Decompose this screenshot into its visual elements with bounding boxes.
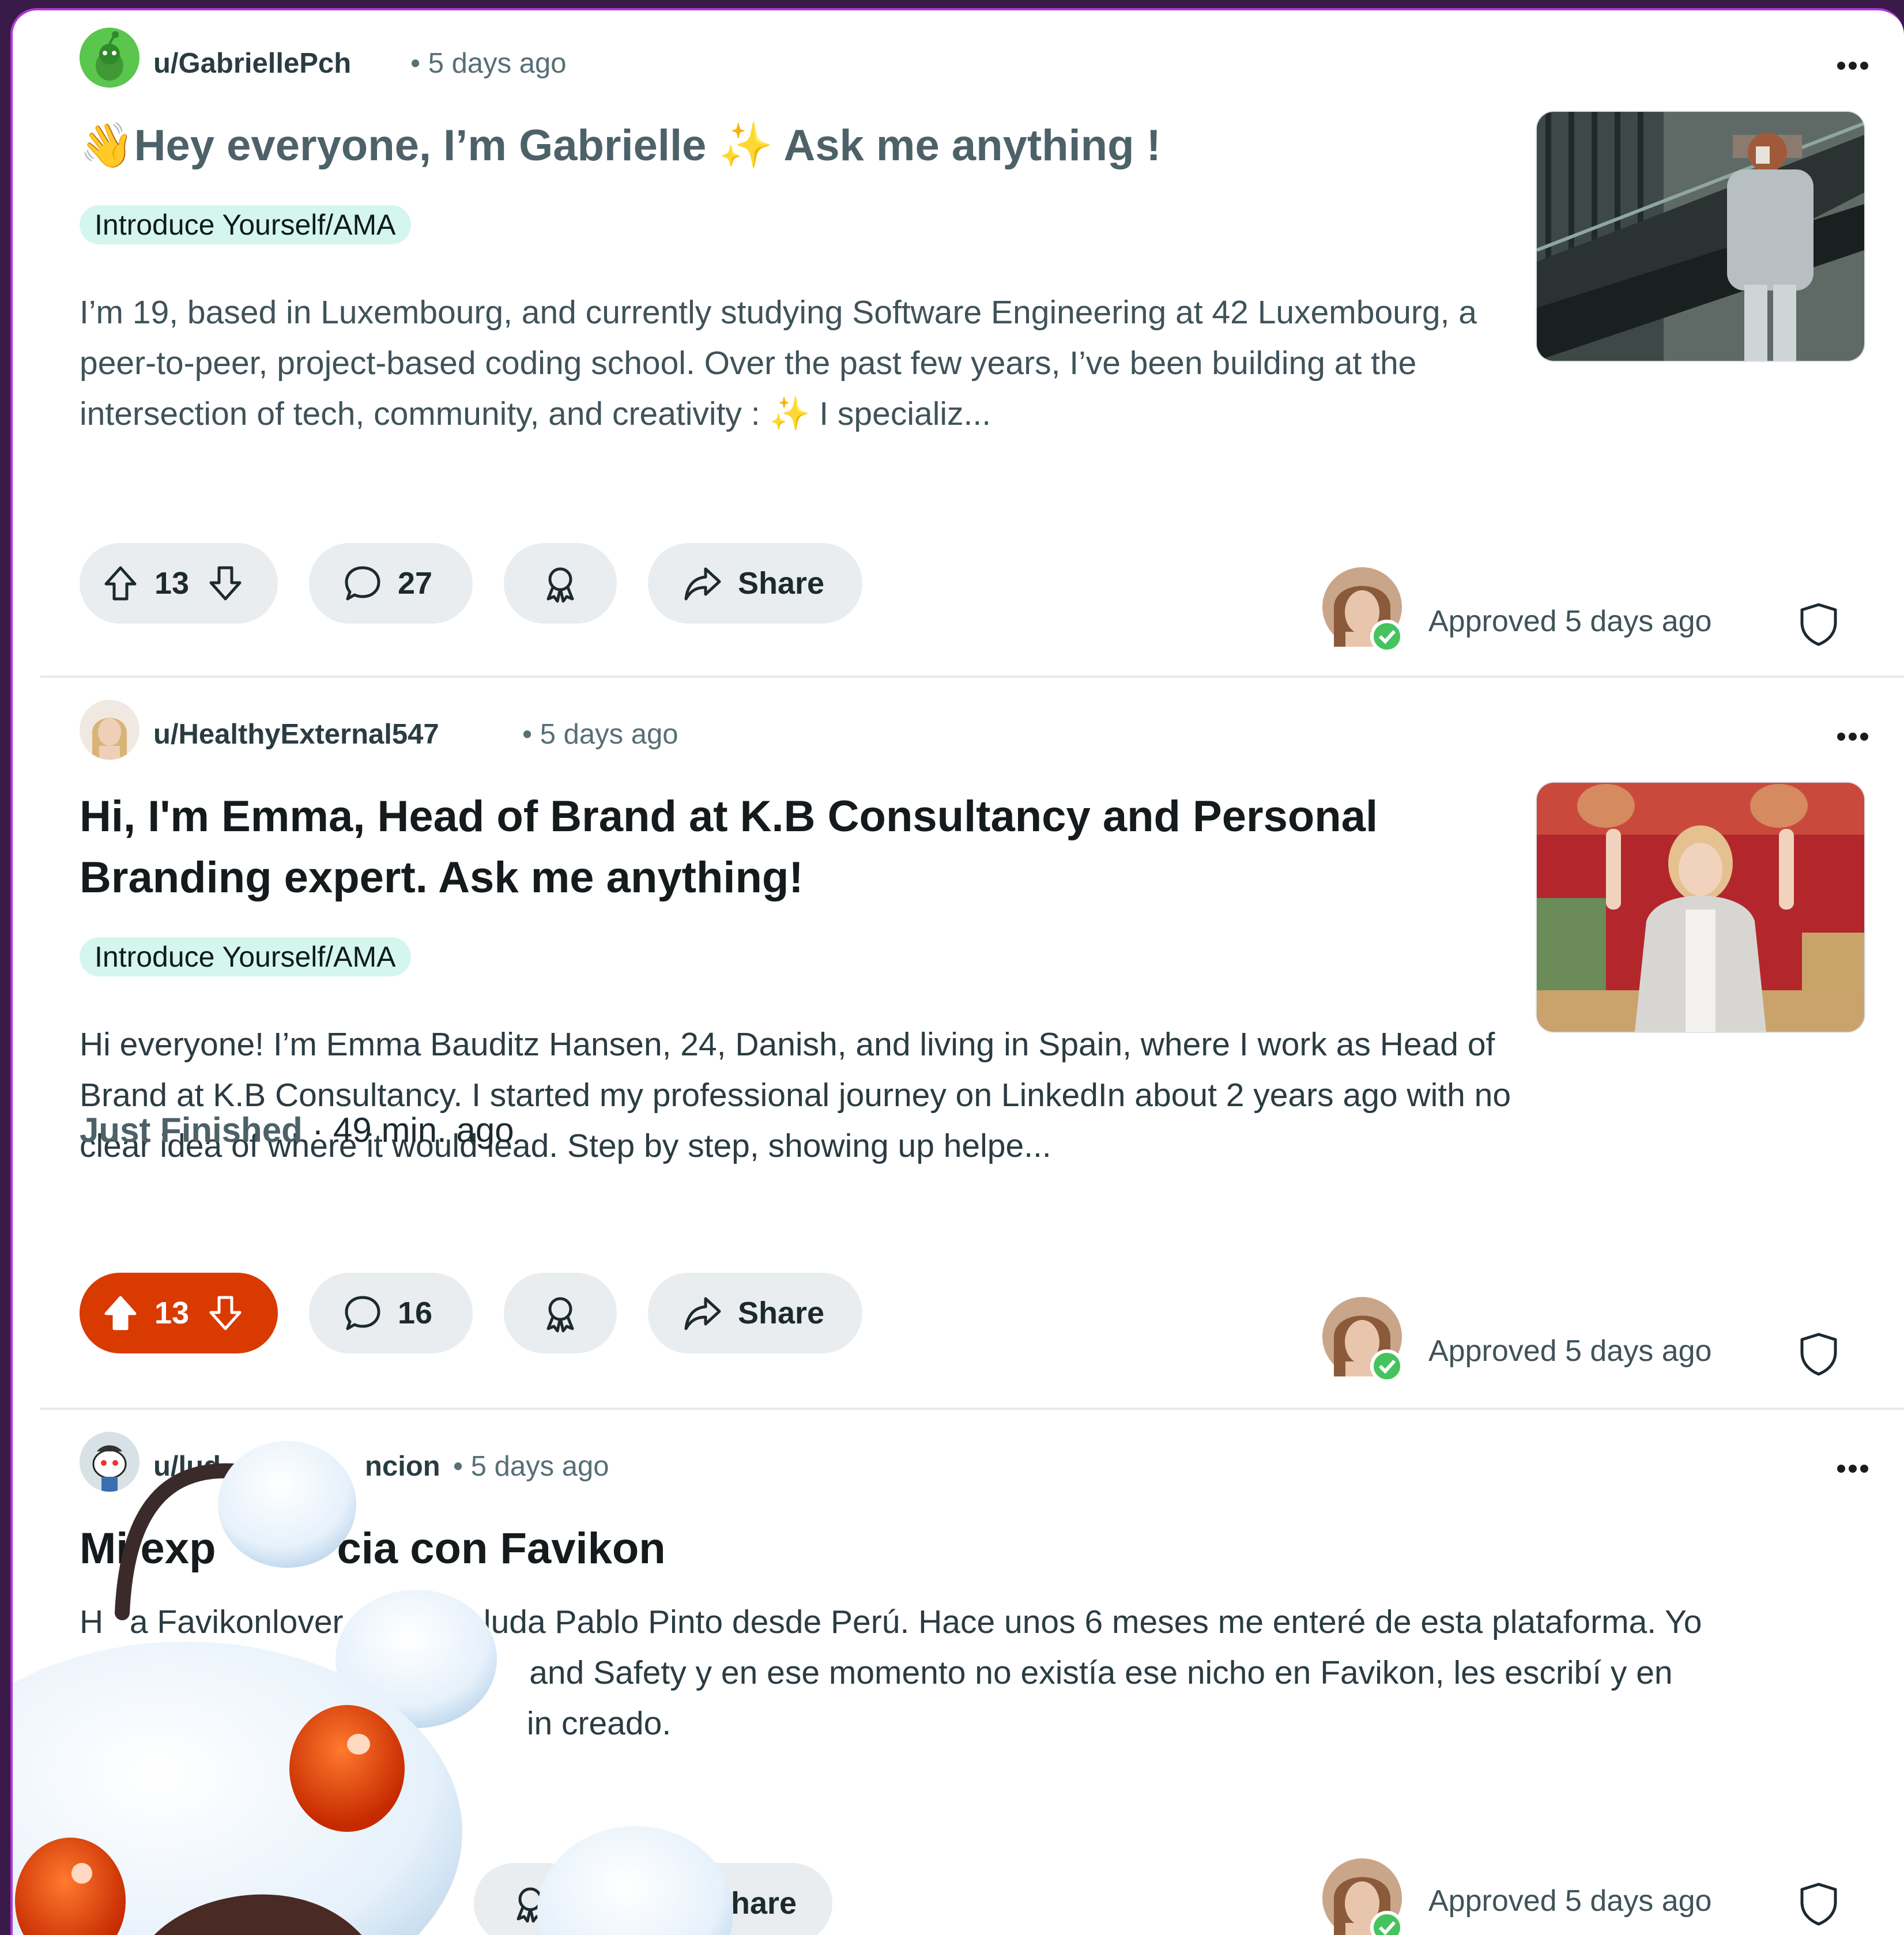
comment-count: 16 bbox=[398, 1296, 433, 1330]
share-button[interactable]: Share bbox=[648, 1273, 862, 1353]
vote-control[interactable]: 13 bbox=[80, 1273, 278, 1353]
post-author-end: ncion bbox=[365, 1451, 440, 1482]
post-flair[interactable]: Introduce Yourself/AMA bbox=[80, 205, 411, 244]
award-icon bbox=[546, 567, 574, 603]
comment-icon bbox=[345, 1296, 380, 1330]
vote-count: 13 bbox=[154, 1296, 190, 1330]
shield-icon[interactable] bbox=[1799, 602, 1839, 647]
status-time: · 49 min. ago bbox=[312, 1111, 514, 1149]
feed-container: u/GabriellePch • 5 days ago 👋Hey everyon… bbox=[10, 8, 1904, 1935]
award-button[interactable] bbox=[474, 1863, 587, 1935]
post-body-line2-b: and Safety y en ese momento no existía e… bbox=[529, 1654, 1673, 1691]
post-card[interactable]: u/HealthyExternal547 • 5 days ago Hi, I'… bbox=[13, 679, 1904, 1411]
share-icon bbox=[684, 567, 721, 601]
moderator-avatar bbox=[1322, 567, 1404, 653]
post-card[interactable]: u/lud ncion • 5 days ago Mi exp cia con Fa… bbox=[13, 1411, 1904, 1935]
more-options-icon[interactable] bbox=[1835, 60, 1870, 71]
post-author[interactable]: u/HealthyExternal547 bbox=[153, 718, 439, 750]
upvote-icon[interactable] bbox=[100, 563, 141, 603]
post-card[interactable]: u/GabriellePch • 5 days ago 👋Hey everyon… bbox=[13, 10, 1904, 679]
post-body-line1-a: H bbox=[80, 1604, 104, 1640]
award-icon bbox=[546, 1297, 574, 1333]
post-body-line1-b: a Favikonlover bbox=[129, 1604, 344, 1640]
post-title[interactable]: Hi, I'm Emma, Head of Brand at K.B Consu… bbox=[80, 786, 1503, 908]
moderator-avatar bbox=[1322, 1297, 1404, 1383]
woman-portrait-photo-image bbox=[1537, 783, 1864, 1032]
downvote-icon[interactable] bbox=[205, 1293, 246, 1333]
approved-status: Approved 5 days ago bbox=[1428, 1334, 1712, 1368]
award-button[interactable] bbox=[504, 543, 617, 624]
share-label: Share bbox=[738, 1296, 825, 1330]
avatar[interactable] bbox=[80, 28, 139, 88]
downvote-icon[interactable] bbox=[205, 563, 246, 603]
snoo-avatar-icon bbox=[80, 1432, 139, 1492]
post-title-start: Mi exp bbox=[80, 1524, 216, 1573]
shield-icon[interactable] bbox=[1799, 1332, 1839, 1376]
post-title[interactable]: 👋Hey everyone, I’m Gabrielle ✨ Ask me an… bbox=[80, 115, 1498, 176]
post-body-line1-c: aluda Pablo Pinto desde Perú. Hace unos … bbox=[465, 1604, 1702, 1640]
share-button[interactable]: Share bbox=[618, 1863, 832, 1935]
post-thumbnail[interactable] bbox=[1537, 783, 1864, 1032]
post-time: • 5 days ago bbox=[410, 48, 567, 79]
comment-count: 27 bbox=[398, 566, 433, 601]
vote-control[interactable]: 13 bbox=[80, 543, 278, 624]
post-body: I’m 19, based in Luxembourg, and current… bbox=[80, 294, 1477, 432]
post-thumbnail[interactable] bbox=[1537, 112, 1864, 361]
post-author[interactable]: u/lud ncion bbox=[153, 1450, 440, 1483]
comments-button[interactable]: 16 bbox=[309, 1273, 473, 1353]
post-time: • 5 days ago bbox=[453, 1451, 609, 1482]
approved-status: Approved 5 days ago bbox=[1428, 605, 1712, 638]
share-icon bbox=[684, 1297, 721, 1330]
share-label: Share bbox=[710, 1886, 797, 1921]
comment-icon bbox=[345, 566, 380, 601]
status-label: Just Finished bbox=[80, 1111, 303, 1149]
post-divider bbox=[40, 676, 1904, 678]
more-options-icon[interactable] bbox=[1835, 731, 1870, 742]
live-status: Just Finished · 49 min. ago bbox=[80, 1110, 514, 1150]
award-button[interactable] bbox=[504, 1273, 617, 1353]
post-flair[interactable]: Introduce Yourself/AMA bbox=[80, 937, 411, 976]
award-icon bbox=[516, 1887, 544, 1923]
comments-button[interactable]: 27 bbox=[309, 543, 473, 624]
shield-icon[interactable] bbox=[1799, 1881, 1839, 1926]
snoo-avatar-icon bbox=[80, 28, 139, 88]
moderator-avatar-image bbox=[1322, 1858, 1404, 1935]
post-time: • 5 days ago bbox=[522, 719, 678, 750]
avatar[interactable] bbox=[80, 700, 139, 760]
moderator-avatar-image bbox=[1322, 1297, 1404, 1383]
more-options-icon[interactable] bbox=[1835, 1463, 1870, 1474]
post-body-line2-a: s bbox=[80, 1654, 96, 1691]
upvote-filled-icon[interactable] bbox=[100, 1293, 141, 1333]
moderator-avatar bbox=[1322, 1858, 1404, 1935]
post-title[interactable]: Mi exp cia con Favikon bbox=[80, 1518, 1503, 1579]
post-title-end: cia con Favikon bbox=[337, 1524, 666, 1573]
share-label: Share bbox=[738, 566, 825, 601]
approved-status: Approved 5 days ago bbox=[1428, 1884, 1712, 1918]
post-author[interactable]: u/GabriellePch bbox=[153, 47, 351, 80]
post-body: H a Favikonlover aluda Pablo Pinto desde… bbox=[80, 1597, 1878, 1749]
escalator-photo-image bbox=[1537, 112, 1864, 361]
post-body-line3: in creado. bbox=[526, 1705, 672, 1742]
moderator-avatar-image bbox=[1322, 567, 1404, 653]
user-avatar-image bbox=[80, 700, 139, 760]
vote-count: 13 bbox=[154, 566, 190, 601]
post-author-start: u/lud bbox=[153, 1451, 221, 1482]
avatar[interactable] bbox=[80, 1432, 139, 1492]
post-divider bbox=[40, 1408, 1904, 1410]
share-button[interactable]: Share bbox=[648, 543, 862, 624]
